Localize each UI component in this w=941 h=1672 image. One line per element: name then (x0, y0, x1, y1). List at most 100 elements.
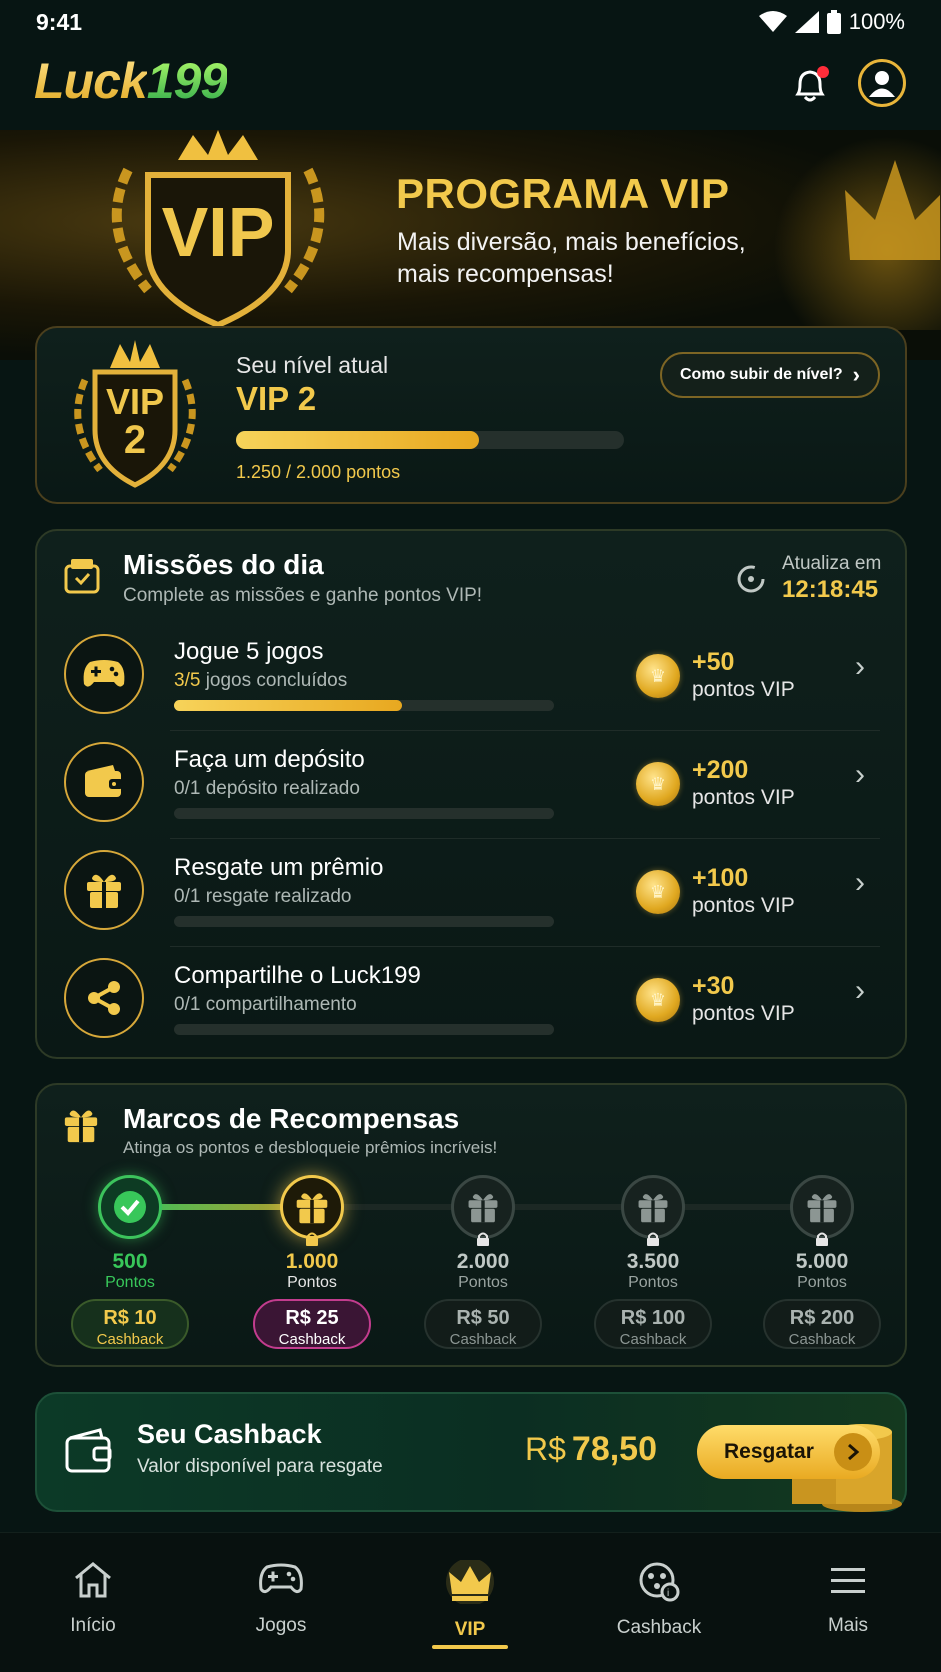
mission-row-share[interactable]: Compartilhe o Luck199 0/1 compartilhamen… (60, 946, 880, 1053)
mission-title: Faça um depósito (174, 746, 365, 773)
menu-icon (831, 1568, 865, 1593)
mission-title: Resgate um prêmio (174, 854, 384, 881)
coin-icon: ♛ (636, 762, 680, 806)
milestone-unit: Pontos (458, 1274, 508, 1291)
missions-update-time: 12:18:45 (782, 576, 879, 603)
nav-item-cashback[interactable]: i Cashback (594, 1560, 724, 1639)
mission-desc: depósito realizado (205, 778, 360, 799)
mission-row-play-games[interactable]: Jogue 5 jogos 3/5 jogos concluídos ♛ +50… (60, 622, 880, 729)
milestone-reward-pill[interactable]: R$ 25 Cashback (253, 1299, 371, 1349)
missions-update-label: Atualiza em (782, 553, 882, 574)
profile-button[interactable] (858, 59, 906, 107)
mission-row-redeem[interactable]: Resgate um prêmio 0/1 resgate realizado … (60, 838, 880, 945)
how-to-level-up-label: Como subir de nível? (679, 366, 843, 383)
milestone-reward-pill[interactable]: R$ 200 Cashback (763, 1299, 881, 1349)
milestone-node-3500[interactable] (621, 1175, 685, 1239)
coin-icon: ♛ (636, 654, 680, 698)
chevron-right-icon: › (855, 650, 865, 683)
milestone-reward-label: Cashback (449, 1331, 517, 1348)
milestone-reward-amount: R$ 25 (285, 1307, 339, 1329)
milestone-value: 5.000 (795, 1250, 849, 1273)
mission-progress-text: 3/5 jogos concluídos (174, 670, 347, 692)
mission-progress-bar (174, 1024, 554, 1035)
gift-icon (638, 1194, 668, 1223)
nav-active-indicator (432, 1645, 508, 1649)
milestone-unit: Pontos (105, 1274, 155, 1291)
gift-icon (64, 1110, 98, 1143)
nav-label: Mais (827, 1615, 869, 1636)
nav-label: Cashback (616, 1617, 702, 1638)
vip-level-badge-line1: VIP (105, 381, 165, 422)
milestone-reward-amount: R$ 10 (103, 1307, 157, 1329)
milestone-node-1000[interactable] (280, 1175, 344, 1239)
logo-text-luck: Luck (34, 53, 148, 109)
milestone-reward-label: Cashback (619, 1331, 687, 1348)
milestone-node-5000[interactable] (790, 1175, 854, 1239)
nav-item-vip[interactable]: VIP (405, 1558, 535, 1641)
status-indicators: 100% (758, 9, 905, 35)
mission-count: 0/1 (174, 886, 201, 907)
milestone-node-2000[interactable] (451, 1175, 515, 1239)
level-name: VIP 2 (236, 380, 317, 417)
milestone-reward-label: Cashback (96, 1331, 164, 1348)
gift-icon (64, 850, 144, 930)
share-icon (64, 958, 144, 1038)
notifications-button[interactable] (790, 64, 830, 106)
check-icon (114, 1191, 146, 1223)
mission-progress-text: 0/1 depósito realizado (174, 778, 360, 800)
mission-progress-bar (174, 700, 554, 711)
level-label: Seu nível atual (236, 352, 389, 378)
milestone-reward-label: Cashback (278, 1331, 346, 1348)
mission-row-deposit[interactable]: Faça um depósito 0/1 depósito realizado … (60, 730, 880, 837)
milestone-reward-pill[interactable]: R$ 10 Cashback (71, 1299, 189, 1349)
milestone-value: 500 (112, 1250, 148, 1273)
gamepad-icon (64, 634, 144, 714)
mission-count: 0/1 (174, 778, 201, 799)
how-to-level-up-button[interactable]: Como subir de nível? › (660, 352, 880, 398)
chevron-right-icon: › (852, 362, 860, 387)
mission-desc: compartilhamento (205, 994, 357, 1015)
level-progress-fill (236, 431, 479, 449)
mission-progress-bar (174, 916, 554, 927)
milestone-reward-amount: R$ 200 (789, 1307, 855, 1329)
home-icon (75, 1562, 111, 1598)
vip-shield-emblem: VIP (88, 130, 348, 330)
app-logo[interactable]: Luck199 (34, 52, 228, 110)
milestone-value: 3.500 (626, 1250, 680, 1273)
nav-item-inicio[interactable]: Início (28, 1560, 158, 1637)
milestone-unit: Pontos (797, 1274, 847, 1291)
mission-progress-fill (174, 700, 402, 711)
chevron-right-icon: › (855, 758, 865, 791)
redeem-button[interactable]: Resgatar (697, 1425, 880, 1479)
milestone-unit: Pontos (287, 1274, 337, 1291)
milestone-reward-label: Cashback (788, 1331, 856, 1348)
milestones-subtitle: Atinga os pontos e desbloqueie prêmios i… (123, 1138, 498, 1157)
mission-progress-text: 0/1 compartilhamento (174, 994, 357, 1016)
chevron-right-icon: › (855, 866, 865, 899)
milestone-unit: Pontos (628, 1274, 678, 1291)
mission-progress-text: 0/1 resgate realizado (174, 886, 351, 908)
nav-item-mais[interactable]: Mais (783, 1560, 913, 1637)
milestone-reward-pill[interactable]: R$ 100 Cashback (594, 1299, 712, 1349)
gift-icon (468, 1194, 498, 1223)
missions-subtitle: Complete as missões e ganhe pontos VIP! (123, 585, 483, 606)
vip-level-badge-line2: 2 (123, 418, 147, 462)
milestone-node-500[interactable] (98, 1175, 162, 1239)
milestone-value: 2.000 (456, 1250, 510, 1273)
svg-text:i: i (667, 1588, 669, 1599)
crown-decoration-icon (845, 160, 940, 260)
mission-points-unit: pontos VIP (692, 1002, 795, 1025)
nav-label: Início (70, 1615, 116, 1636)
milestone-reward-pill[interactable]: R$ 50 Cashback (424, 1299, 542, 1349)
nav-label: VIP (454, 1619, 486, 1640)
mission-points: +200 (692, 756, 749, 784)
lock-icon (816, 1232, 828, 1246)
nav-item-jogos[interactable]: Jogos (216, 1560, 346, 1637)
cashback-title: Seu Cashback (137, 1419, 322, 1449)
status-time: 9:41 (36, 9, 83, 35)
cashback-value: 78,50 (571, 1430, 657, 1468)
banner-subtitle: Mais diversão, mais benefícios, mais rec… (397, 228, 746, 288)
mission-points-unit: pontos VIP (692, 786, 795, 809)
redeem-label: Resgatar (724, 1440, 814, 1463)
cashback-amount: R$ 78,50 (525, 1430, 657, 1469)
